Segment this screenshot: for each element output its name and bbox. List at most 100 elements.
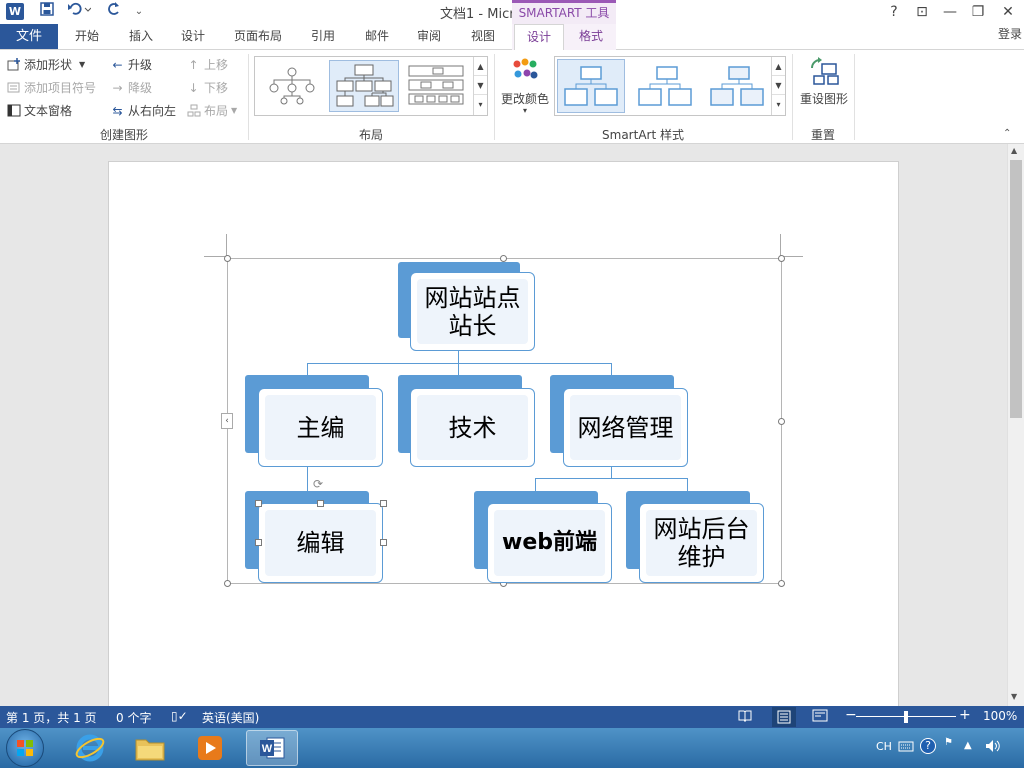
print-layout-icon[interactable]: [772, 707, 796, 727]
word-taskbar-icon[interactable]: W: [246, 730, 298, 766]
layout-label: 布局: [204, 104, 229, 118]
gallery-more-icon[interactable]: ▾: [474, 95, 487, 114]
add-shape-button[interactable]: 添加形状 ▼: [6, 56, 85, 73]
smartart-node-root[interactable]: 网站站点 站长: [410, 272, 535, 351]
tab-home[interactable]: 开始: [64, 24, 110, 50]
tab-review[interactable]: 审阅: [406, 24, 452, 50]
style-gallery-scroll[interactable]: ▲ ▼ ▾: [771, 57, 785, 115]
shape-handle[interactable]: [255, 500, 262, 507]
tab-insert[interactable]: 插入: [118, 24, 164, 50]
windows-taskbar: W CH ? ⚑ ▲: [0, 728, 1024, 768]
shape-handle[interactable]: [255, 539, 262, 546]
media-player-icon[interactable]: [184, 730, 236, 766]
login-link[interactable]: 登录: [998, 24, 1022, 44]
page-count[interactable]: 第 1 页，共 1 页: [6, 709, 97, 726]
scroll-down-icon[interactable]: ▼: [1011, 692, 1017, 701]
right-to-left-button[interactable]: ⇆ 从右向左: [110, 102, 176, 119]
frame-handle[interactable]: [778, 580, 785, 587]
connector-line: [458, 350, 459, 364]
frame-handle[interactable]: [778, 418, 785, 425]
help-icon[interactable]: ?: [880, 0, 908, 24]
gallery-more-icon[interactable]: ▾: [772, 95, 785, 114]
arrow-up-icon[interactable]: ▲: [964, 740, 972, 751]
tab-mailings[interactable]: 邮件: [354, 24, 400, 50]
file-explorer-icon[interactable]: [124, 730, 176, 766]
layout-thumb-hierarchy-tree[interactable]: [259, 60, 325, 112]
language-indicator[interactable]: 英语(美国): [202, 709, 259, 726]
shape-handle[interactable]: [380, 500, 387, 507]
move-up-button[interactable]: ↑ 上移: [186, 56, 228, 73]
start-button[interactable]: [6, 729, 44, 767]
tab-design[interactable]: 设计: [170, 24, 216, 50]
smartart-node-editor[interactable]: 编辑: [258, 503, 383, 583]
promote-button[interactable]: ← 升级: [110, 56, 152, 73]
save-icon[interactable]: [36, 2, 58, 22]
layout-dropdown-button[interactable]: 布局 ▼: [186, 102, 237, 119]
scroll-down-icon[interactable]: ▼: [474, 76, 487, 95]
keyboard-icon[interactable]: [898, 739, 914, 756]
demote-button[interactable]: → 降级: [110, 79, 152, 96]
minimize-button[interactable]: —: [936, 0, 964, 24]
web-layout-icon[interactable]: [812, 709, 828, 725]
volume-icon[interactable]: [984, 738, 1002, 757]
collapse-ribbon-icon[interactable]: ⌃: [1003, 128, 1011, 139]
zoom-level[interactable]: 100%: [983, 709, 1017, 723]
layout-thumb-labeled-hierarchy[interactable]: [403, 60, 469, 112]
customize-qat-icon[interactable]: ⌄: [132, 2, 146, 22]
scroll-up-icon[interactable]: ▲: [772, 57, 785, 76]
shape-handle[interactable]: [317, 500, 324, 507]
tab-file[interactable]: 文件: [0, 24, 58, 49]
tab-view[interactable]: 视图: [460, 24, 506, 50]
smartart-styles-group-label: SmartArt 样式: [602, 128, 684, 142]
redo-icon[interactable]: [104, 2, 126, 22]
shape-handle[interactable]: [380, 539, 387, 546]
word-count[interactable]: 0 个字: [116, 709, 151, 726]
smartart-node-web-frontend[interactable]: web前端: [487, 503, 612, 583]
scroll-up-icon[interactable]: ▲: [474, 57, 487, 76]
change-colors-button[interactable]: 更改颜色 ▾: [500, 56, 550, 120]
restore-button[interactable]: ❐: [964, 0, 992, 24]
reset-graphic-button[interactable]: 重设图形: [798, 54, 850, 110]
tab-smartart-format[interactable]: 格式: [568, 24, 614, 50]
style-thumb-shadow[interactable]: [631, 59, 699, 113]
zoom-in-icon[interactable]: +: [959, 707, 971, 723]
ribbon-display-icon[interactable]: ⊡: [908, 0, 936, 24]
read-mode-icon[interactable]: [738, 709, 752, 725]
word-app-icon[interactable]: W: [6, 3, 24, 20]
tab-references[interactable]: 引用: [300, 24, 346, 50]
style-thumb-intense[interactable]: [703, 59, 771, 113]
smartart-node-tech[interactable]: 技术: [410, 388, 535, 467]
demote-label: 降级: [128, 81, 153, 95]
zoom-out-icon[interactable]: −: [845, 707, 857, 723]
frame-handle[interactable]: [224, 255, 231, 262]
text-pane-toggle-icon[interactable]: ‹: [221, 413, 233, 429]
text-pane-button[interactable]: 文本窗格: [6, 102, 72, 119]
vertical-scrollbar[interactable]: ▲ ▼: [1007, 144, 1024, 706]
internet-explorer-icon[interactable]: [64, 730, 116, 766]
smartart-node-network-admin[interactable]: 网络管理: [563, 388, 688, 467]
proofing-icon[interactable]: ▯✓: [171, 709, 188, 723]
help-icon[interactable]: ?: [920, 738, 936, 754]
add-bullet-button[interactable]: 添加项目符号: [6, 79, 96, 96]
frame-handle[interactable]: [778, 255, 785, 262]
zoom-slider-thumb[interactable]: [904, 711, 908, 723]
tab-page-layout[interactable]: 页面布局: [224, 24, 292, 50]
input-language-indicator[interactable]: CH: [876, 740, 892, 753]
rotate-handle-icon[interactable]: ⟳: [313, 477, 323, 491]
close-button[interactable]: ✕: [994, 0, 1022, 24]
undo-icon[interactable]: [64, 2, 94, 22]
scroll-up-icon[interactable]: ▲: [1011, 146, 1017, 155]
smartart-node-backend-maintenance[interactable]: 网站后台 维护: [639, 503, 764, 583]
layout-thumb-org-chart[interactable]: [329, 60, 399, 112]
node-text: 编辑: [296, 529, 345, 557]
move-down-button[interactable]: ↓ 下移: [186, 79, 228, 96]
scroll-down-icon[interactable]: ▼: [772, 76, 785, 95]
style-thumb-simple[interactable]: [557, 59, 625, 113]
frame-handle[interactable]: [500, 255, 507, 262]
flag-icon[interactable]: ⚑: [944, 737, 953, 748]
tab-smartart-design[interactable]: 设计: [514, 24, 564, 51]
scroll-thumb[interactable]: [1010, 160, 1022, 418]
smartart-node-editor-in-chief[interactable]: 主编: [258, 388, 383, 467]
frame-handle[interactable]: [224, 580, 231, 587]
layout-gallery-scroll[interactable]: ▲ ▼ ▾: [473, 57, 487, 115]
